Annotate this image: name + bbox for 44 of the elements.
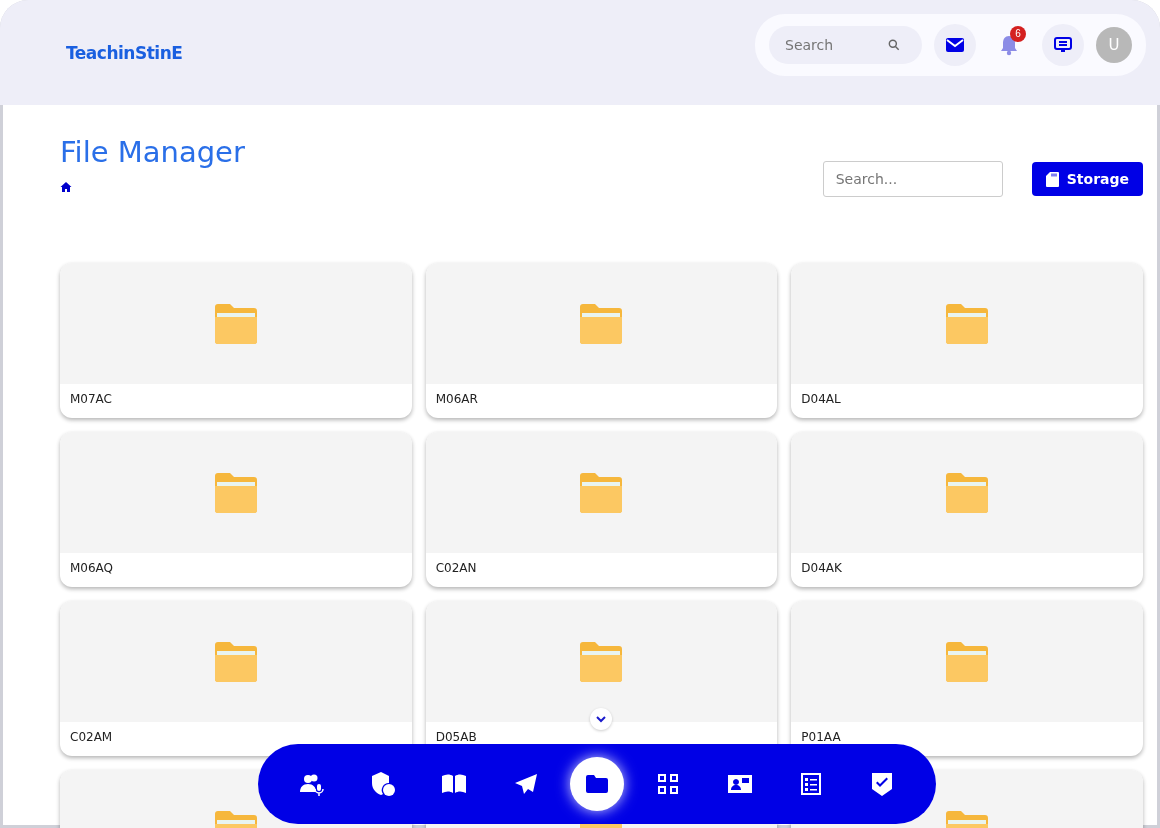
folder-icon: [578, 471, 625, 514]
folder-card[interactable]: D04AK: [791, 432, 1143, 587]
folder-icon: [212, 302, 259, 345]
folder-icon: [944, 640, 991, 683]
folder-icon: [944, 302, 991, 345]
chevron-down-icon: [596, 715, 606, 723]
shield-user-icon: [370, 771, 396, 797]
mail-button[interactable]: [934, 23, 976, 66]
messages-button[interactable]: [1042, 23, 1084, 66]
notification-count: 6: [1010, 25, 1026, 42]
folder-nav-button[interactable]: [569, 757, 624, 811]
logo[interactable]: TeachinStinE: [66, 42, 183, 63]
folder-icon: [212, 471, 259, 514]
notifications-button[interactable]: 6: [988, 23, 1030, 66]
folder-card[interactable]: P01AA: [791, 601, 1143, 756]
folder-card[interactable]: M06AR: [425, 263, 778, 418]
folder-name: M06AQ: [70, 561, 114, 575]
folder-name: P01AA: [801, 730, 841, 744]
sd-card-icon: [1045, 171, 1059, 187]
folder-icon: [944, 471, 991, 514]
folder-name: C02AM: [70, 730, 113, 744]
folder-card[interactable]: D04AL: [791, 263, 1143, 418]
folder-card[interactable]: M07AC: [60, 263, 412, 418]
search-field[interactable]: Search...: [822, 161, 1003, 197]
home-icon[interactable]: [60, 181, 72, 193]
storage-button[interactable]: Storage: [1031, 162, 1143, 196]
folder-name: D05AB: [435, 730, 477, 744]
search-icon: [887, 37, 901, 52]
folder-name: D04AL: [801, 392, 841, 406]
folder-card[interactable]: C02AN: [425, 432, 778, 587]
folder-name: D04AK: [801, 561, 842, 575]
mail-icon: [945, 36, 965, 53]
folder-name: M06AR: [435, 392, 478, 406]
folder-icon: [578, 640, 625, 683]
search-input[interactable]: Search: [783, 35, 887, 54]
folder-name: C02AN: [435, 561, 477, 575]
folder-icon: [212, 640, 259, 683]
folder-icon: [578, 302, 625, 345]
search-field[interactable]: Search: [769, 25, 922, 64]
page-title: File Manager: [60, 135, 246, 169]
folder-card[interactable]: C02AM: [60, 601, 412, 756]
monitor-icon: [1053, 35, 1073, 54]
folder-card[interactable]: M06AQ: [60, 432, 412, 587]
folder-name: M07AC: [70, 392, 112, 406]
